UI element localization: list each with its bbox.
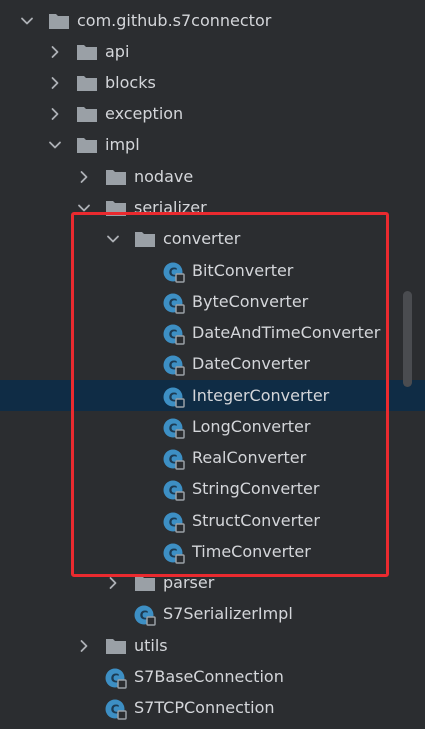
tree-item-timeconverter[interactable]: C TimeConverter: [0, 536, 425, 567]
tree-item-label: com.github.s7connector: [77, 11, 272, 30]
tree-item-label: BitConverter: [192, 261, 294, 280]
tree-item-impl[interactable]: impl: [0, 129, 425, 160]
tree-item-parser[interactable]: parser: [0, 567, 425, 598]
chevron-down-icon[interactable]: [19, 5, 35, 36]
chevron-right-icon[interactable]: [76, 630, 92, 661]
tree-item-longconverter[interactable]: C LongConverter: [0, 411, 425, 442]
tree-item-nodave[interactable]: nodave: [0, 161, 425, 192]
java-class-icon: C: [162, 323, 186, 347]
tree-item-blocks[interactable]: blocks: [0, 67, 425, 98]
folder-icon: [105, 637, 127, 655]
tree-item-stringconverter[interactable]: C StringConverter: [0, 473, 425, 504]
java-class-icon: C: [162, 511, 186, 535]
java-class-icon: C: [133, 604, 157, 628]
tree-item-label: ByteConverter: [192, 292, 309, 311]
tree-item-label: parser: [163, 573, 215, 592]
chevron-down-icon[interactable]: [105, 223, 121, 254]
tree-item-label: serializer: [134, 198, 207, 217]
tree-item-label: impl: [105, 135, 140, 154]
java-class-icon: C: [162, 417, 186, 441]
tree-item-label: IntegerConverter: [192, 386, 330, 405]
tree-item-label: StructConverter: [192, 511, 320, 530]
folder-icon: [76, 43, 98, 61]
tree-item-integerconverter[interactable]: C IntegerConverter: [0, 380, 425, 411]
folder-icon: [105, 168, 127, 186]
tree-item-utils[interactable]: utils: [0, 630, 425, 661]
folder-icon: [76, 105, 98, 123]
tree-item-label: TimeConverter: [192, 542, 311, 561]
project-tree: com.github.s7connector api blocks except…: [0, 0, 425, 729]
tree-item-label: S7SerializerImpl: [163, 604, 293, 623]
folder-icon: [134, 230, 156, 248]
java-class-icon: C: [162, 261, 186, 285]
tree-item-label: api: [105, 42, 130, 61]
folder-icon: [134, 574, 156, 592]
java-class-icon: C: [104, 667, 128, 691]
chevron-right-icon[interactable]: [47, 98, 63, 129]
java-class-icon: C: [162, 448, 186, 472]
chevron-right-icon[interactable]: [47, 36, 63, 67]
tree-item-label: S7TCPConnection: [134, 698, 275, 717]
tree-item-label: S7BaseConnection: [134, 667, 284, 686]
chevron-right-icon[interactable]: [76, 161, 92, 192]
chevron-down-icon[interactable]: [47, 129, 63, 160]
tree-item-label: DateAndTimeConverter: [192, 323, 381, 342]
folder-icon: [105, 199, 127, 217]
folder-icon: [48, 12, 70, 30]
tree-item-label: blocks: [105, 73, 156, 92]
tree-item-com-github-s7connector[interactable]: com.github.s7connector: [0, 5, 425, 36]
tree-item-dateconverter[interactable]: C DateConverter: [0, 348, 425, 379]
chevron-down-icon[interactable]: [76, 192, 92, 223]
tree-item-exception[interactable]: exception: [0, 98, 425, 129]
tree-item-converter[interactable]: converter: [0, 223, 425, 254]
folder-icon: [76, 74, 98, 92]
tree-item-s7baseconnection[interactable]: C S7BaseConnection: [0, 661, 425, 692]
folder-icon: [76, 136, 98, 154]
tree-item-structconverter[interactable]: C StructConverter: [0, 505, 425, 536]
tree-item-label: RealConverter: [192, 448, 307, 467]
tree-item-label: StringConverter: [192, 479, 320, 498]
java-class-icon: C: [162, 354, 186, 378]
java-class-icon: C: [162, 386, 186, 410]
tree-item-label: exception: [105, 104, 184, 123]
java-class-icon: C: [162, 479, 186, 503]
chevron-right-icon[interactable]: [47, 67, 63, 98]
tree-item-serializer[interactable]: serializer: [0, 192, 425, 223]
tree-item-label: LongConverter: [192, 417, 311, 436]
tree-item-dateandtimeconverter[interactable]: C DateAndTimeConverter: [0, 317, 425, 348]
chevron-right-icon[interactable]: [105, 567, 121, 598]
tree-item-byteconverter[interactable]: C ByteConverter: [0, 286, 425, 317]
tree-item-label: nodave: [134, 167, 194, 186]
tree-item-s7tcpconnection[interactable]: C S7TCPConnection: [0, 692, 425, 723]
tree-item-label: utils: [134, 636, 168, 655]
scrollbar-thumb[interactable]: [403, 291, 412, 387]
tree-item-realconverter[interactable]: C RealConverter: [0, 442, 425, 473]
tree-item-s7serializerimpl[interactable]: C S7SerializerImpl: [0, 598, 425, 629]
java-class-icon: C: [104, 698, 128, 722]
tree-item-bitconverter[interactable]: C BitConverter: [0, 255, 425, 286]
tree-item-label: DateConverter: [192, 354, 310, 373]
java-class-icon: C: [162, 542, 186, 566]
tree-item-api[interactable]: api: [0, 36, 425, 67]
java-class-icon: C: [162, 292, 186, 316]
tree-item-label: converter: [163, 229, 241, 248]
